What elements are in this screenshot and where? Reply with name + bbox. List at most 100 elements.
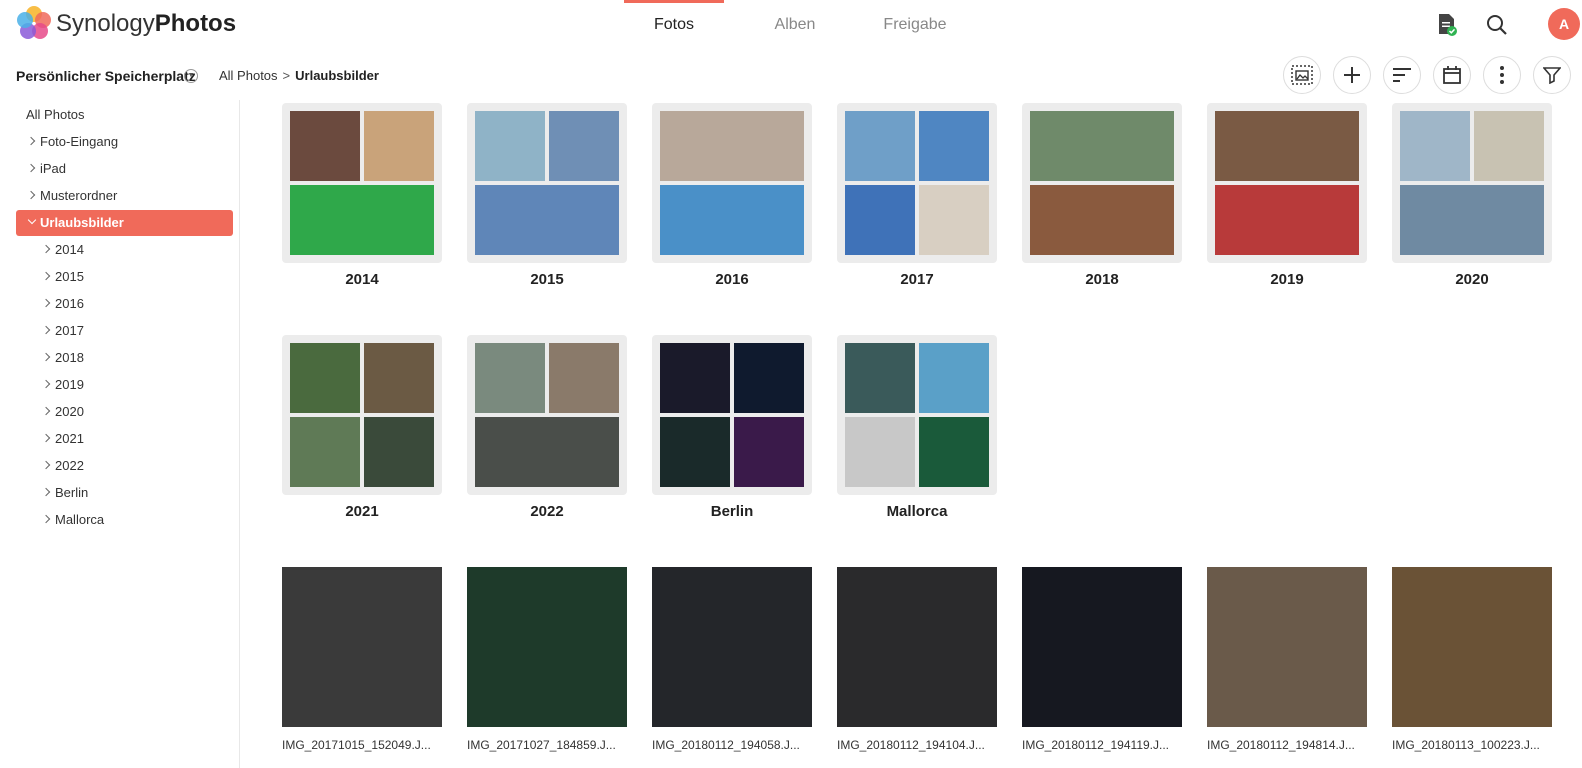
photo-thumbnail[interactable] — [1022, 567, 1182, 727]
sidebar-item-label: Berlin — [55, 485, 89, 500]
folder-preview-image — [290, 343, 360, 413]
sidebar-item-label: Musterordner — [40, 188, 118, 203]
folder-sidebar: All Photos — [0, 100, 240, 768]
folder-preview-image — [475, 343, 545, 413]
folder-preview-image — [734, 343, 804, 413]
folder-preview-image — [660, 185, 804, 255]
breadcrumb-current: Urlaubsbilder — [295, 68, 379, 83]
tab-fotos[interactable]: Fotos — [624, 0, 724, 50]
storage-dropdown-icon[interactable]: ▼ — [184, 69, 198, 83]
photo-filename: IMG_20180112_194814.J... — [1207, 738, 1355, 752]
user-avatar[interactable]: A — [1548, 8, 1580, 40]
folder-preview-image — [660, 111, 804, 181]
photo-filename: IMG_20171015_152049.J... — [282, 738, 431, 752]
folder-preview-image — [845, 111, 915, 181]
folder-preview-image — [1400, 185, 1544, 255]
folder-preview-image — [845, 343, 915, 413]
photo-filename: IMG_20171027_184859.J... — [467, 738, 616, 752]
folder-title: Berlin — [710, 503, 754, 520]
sidebar-item-label: Mallorca — [55, 512, 105, 527]
folder-title: 2017 — [900, 271, 934, 288]
folder-preview-image — [364, 343, 434, 413]
folder-preview-image — [1030, 111, 1174, 181]
folder-preview-image — [475, 417, 619, 487]
sidebar-item-label: 2017 — [55, 323, 84, 338]
folder-thumbnail[interactable] — [837, 335, 997, 495]
folder-thumbnail[interactable] — [652, 103, 812, 263]
folder-title: 2019 — [1270, 271, 1304, 288]
folder-preview-image — [919, 417, 989, 487]
folder-thumbnail[interactable] — [1207, 103, 1367, 263]
filter-button[interactable] — [1533, 56, 1571, 94]
photo-thumbnail[interactable] — [282, 567, 442, 727]
folder-thumbnail[interactable] — [1392, 103, 1552, 263]
folder-preview-image — [290, 185, 434, 255]
folder-thumbnail[interactable] — [282, 335, 442, 495]
tab-alben[interactable]: Alben — [745, 0, 845, 50]
folder-preview-image — [660, 343, 730, 413]
photo-thumbnail[interactable] — [652, 567, 812, 727]
folder-thumbnail[interactable] — [837, 103, 997, 263]
folder-preview-image — [1030, 185, 1174, 255]
photo-filename: IMG_20180112_194119.J... — [1022, 738, 1169, 752]
sidebar-item-label: 2021 — [55, 431, 84, 446]
folder-preview-image — [845, 185, 915, 255]
folder-thumbnail[interactable] — [467, 335, 627, 495]
sidebar-item-label: 2016 — [55, 296, 84, 311]
folder-preview-image — [549, 111, 619, 181]
select-images-button[interactable] — [1283, 56, 1321, 94]
top-bar: SynologyPhotos Fotos Alben Freigabe A — [0, 0, 1582, 50]
folder-thumbnail[interactable] — [467, 103, 627, 263]
folder-thumbnail[interactable] — [282, 103, 442, 263]
photo-thumbnail[interactable] — [1207, 567, 1367, 727]
folder-thumbnail[interactable] — [652, 335, 812, 495]
add-icon — [1344, 67, 1360, 83]
photo-thumbnail[interactable] — [837, 567, 997, 727]
calendar-icon — [1443, 66, 1461, 84]
folder-preview-image — [919, 111, 989, 181]
select-images-icon — [1291, 65, 1313, 85]
tab-freigabe[interactable]: Freigabe — [865, 0, 965, 50]
folder-preview-image — [1215, 111, 1359, 181]
sidebar-item-label: Foto-Eingang — [40, 134, 119, 149]
photo-thumbnail[interactable] — [467, 567, 627, 727]
sidebar-item-all-photos[interactable]: All Photos — [26, 102, 85, 128]
more-options-button[interactable] — [1483, 56, 1521, 94]
photo-filename: IMG_20180113_100223.J... — [1392, 738, 1540, 752]
sidebar-item-label: 2020 — [55, 404, 84, 419]
folder-preview-image — [290, 111, 360, 181]
more-options-icon — [1500, 66, 1504, 84]
breadcrumb-all-photos[interactable]: All Photos — [219, 68, 278, 83]
folder-preview-image — [475, 111, 545, 181]
breadcrumb-separator: > — [282, 68, 291, 83]
sidebar-item-label: 2022 — [55, 458, 84, 473]
calendar-button[interactable] — [1433, 56, 1471, 94]
task-document-icon[interactable] — [1432, 10, 1462, 40]
folder-preview-image — [1215, 185, 1359, 255]
photo-thumbnail[interactable] — [1392, 567, 1552, 727]
folder-preview-image — [549, 343, 619, 413]
folder-preview-image — [919, 343, 989, 413]
chevron-down-icon[interactable] — [27, 215, 37, 225]
storage-selector-label[interactable]: Persönlicher Speicherplatz — [16, 66, 196, 86]
sidebar-item-label: 2019 — [55, 377, 84, 392]
brand-photos: Photos — [154, 10, 237, 37]
folder-preview-image — [364, 417, 434, 487]
folder-title: 2016 — [715, 271, 749, 288]
sidebar-item-urlaubsbilder[interactable]: Urlaubsbilder — [16, 210, 233, 236]
folder-title: 2014 — [345, 271, 379, 288]
folder-title: 2021 — [345, 503, 379, 520]
folder-preview-image — [734, 417, 804, 487]
folder-preview-image — [1474, 111, 1544, 181]
search-icon[interactable] — [1482, 10, 1512, 40]
add-button[interactable] — [1333, 56, 1371, 94]
folder-title: 2020 — [1455, 271, 1489, 288]
sidebar-item-label: iPad — [40, 161, 67, 176]
app-brand: SynologyPhotos — [56, 9, 236, 39]
folder-title: 2018 — [1085, 271, 1119, 288]
folder-thumbnail[interactable] — [1022, 103, 1182, 263]
folder-preview-image — [1400, 111, 1470, 181]
sort-button[interactable] — [1383, 56, 1421, 94]
folder-preview-image — [290, 417, 360, 487]
folder-preview-image — [660, 417, 730, 487]
